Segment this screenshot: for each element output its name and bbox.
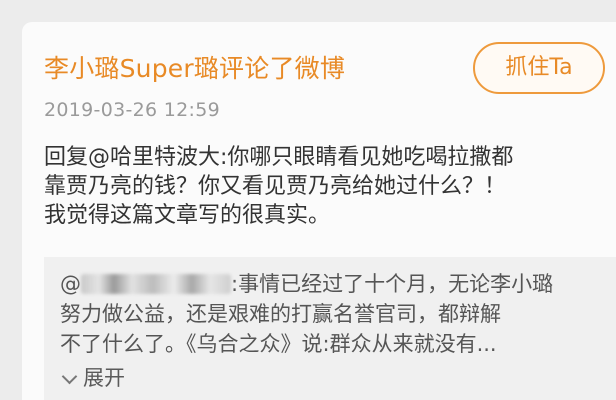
comment-timestamp: 2019-03-26 12:59 bbox=[44, 99, 221, 121]
quoted-line-1-text: :事情已经过了十个月，无论李小璐 bbox=[231, 272, 554, 296]
reply-line-2: 靠贾乃亮的钱？你又看见贾乃亮给她过什么？！ bbox=[44, 174, 507, 199]
weibo-comment-card: 李小璐Super璐评论了微博 抓住Ta 2019-03-26 12:59 回复@… bbox=[22, 22, 616, 400]
reply-content: 回复@哈里特波大:你哪只眼睛看见她吃喝拉撒都 靠贾乃亮的钱？你又看见贾乃亮给她过… bbox=[44, 143, 609, 230]
quoted-line-2: 努力做公益，还是艰难的打赢名誉官司，都辩解 bbox=[60, 302, 501, 326]
mention-at-sign: @ bbox=[60, 272, 81, 296]
chevron-down-icon bbox=[61, 368, 78, 384]
blurred-username bbox=[81, 274, 231, 294]
comment-header-title[interactable]: 李小璐Super璐评论了微博 bbox=[44, 49, 345, 85]
reply-line-3: 我觉得这篇文章写的很真实。 bbox=[44, 203, 331, 228]
follow-button[interactable]: 抓住Ta bbox=[473, 42, 605, 94]
expand-label: 展开 bbox=[83, 366, 125, 390]
expand-button[interactable]: 展开 bbox=[60, 362, 125, 392]
quoted-line-3: 不了什么了。《乌合之众》说:群众从来就没有... bbox=[60, 332, 497, 356]
quoted-line-1: @ :事情已经过了十个月，无论李小璐 bbox=[60, 269, 616, 299]
reply-line-1: 回复@哈里特波大:你哪只眼睛看见她吃喝拉撒都 bbox=[44, 145, 514, 170]
quoted-post-text: @:事情已经过了十个月，无论李小璐 努力做公益，还是艰难的打赢名誉官司，都辩解 … bbox=[60, 269, 616, 359]
quoted-post-box[interactable]: @:事情已经过了十个月，无论李小璐 努力做公益，还是艰难的打赢名誉官司，都辩解 … bbox=[44, 257, 616, 400]
